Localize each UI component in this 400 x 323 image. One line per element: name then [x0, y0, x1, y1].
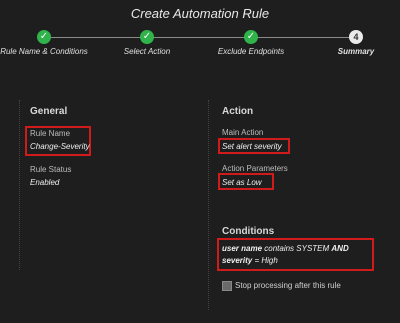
action-parameters-label: Action Parameters — [222, 164, 288, 173]
main-action-label: Main Action — [222, 128, 264, 137]
wizard-stepper: ✓ Rule Name & Conditions ✓ Select Action… — [0, 0, 400, 70]
step-3-label[interactable]: Exclude Endpoints — [218, 47, 284, 56]
condition-operator: contains SYSTEM — [262, 244, 332, 253]
step-2-label[interactable]: Select Action — [124, 47, 170, 56]
main-action-value: Set alert severity — [222, 142, 282, 151]
step-3-check-icon[interactable]: ✓ — [244, 30, 258, 44]
stop-processing-label[interactable]: Stop processing after this rule — [235, 281, 341, 290]
step-4-label: Summary — [337, 47, 375, 56]
action-parameters-value: Set as Low — [222, 178, 262, 187]
action-divider — [208, 100, 210, 310]
rule-name-label: Rule Name — [30, 129, 71, 138]
condition-field: user name — [222, 244, 263, 253]
general-divider — [19, 100, 21, 270]
step-1-check-icon[interactable]: ✓ — [37, 30, 51, 44]
general-heading: General — [30, 106, 68, 117]
rule-status-label: Rule Status — [30, 165, 72, 174]
conditions-expression: user name contains SYSTEM AND severity =… — [222, 243, 372, 267]
conditions-heading: Conditions — [222, 226, 275, 237]
condition-value: = High — [252, 256, 278, 265]
rule-name-value: Change-Severity — [30, 142, 90, 151]
step-2-check-icon[interactable]: ✓ — [140, 30, 154, 44]
action-heading: Action — [222, 106, 254, 117]
rule-status-value: Enabled — [30, 178, 60, 187]
step-1-label[interactable]: Rule Name & Conditions — [0, 47, 88, 56]
step-4-number-icon: 4 — [349, 30, 363, 44]
stepper-track — [44, 37, 356, 38]
stop-processing-checkbox[interactable] — [222, 281, 232, 291]
